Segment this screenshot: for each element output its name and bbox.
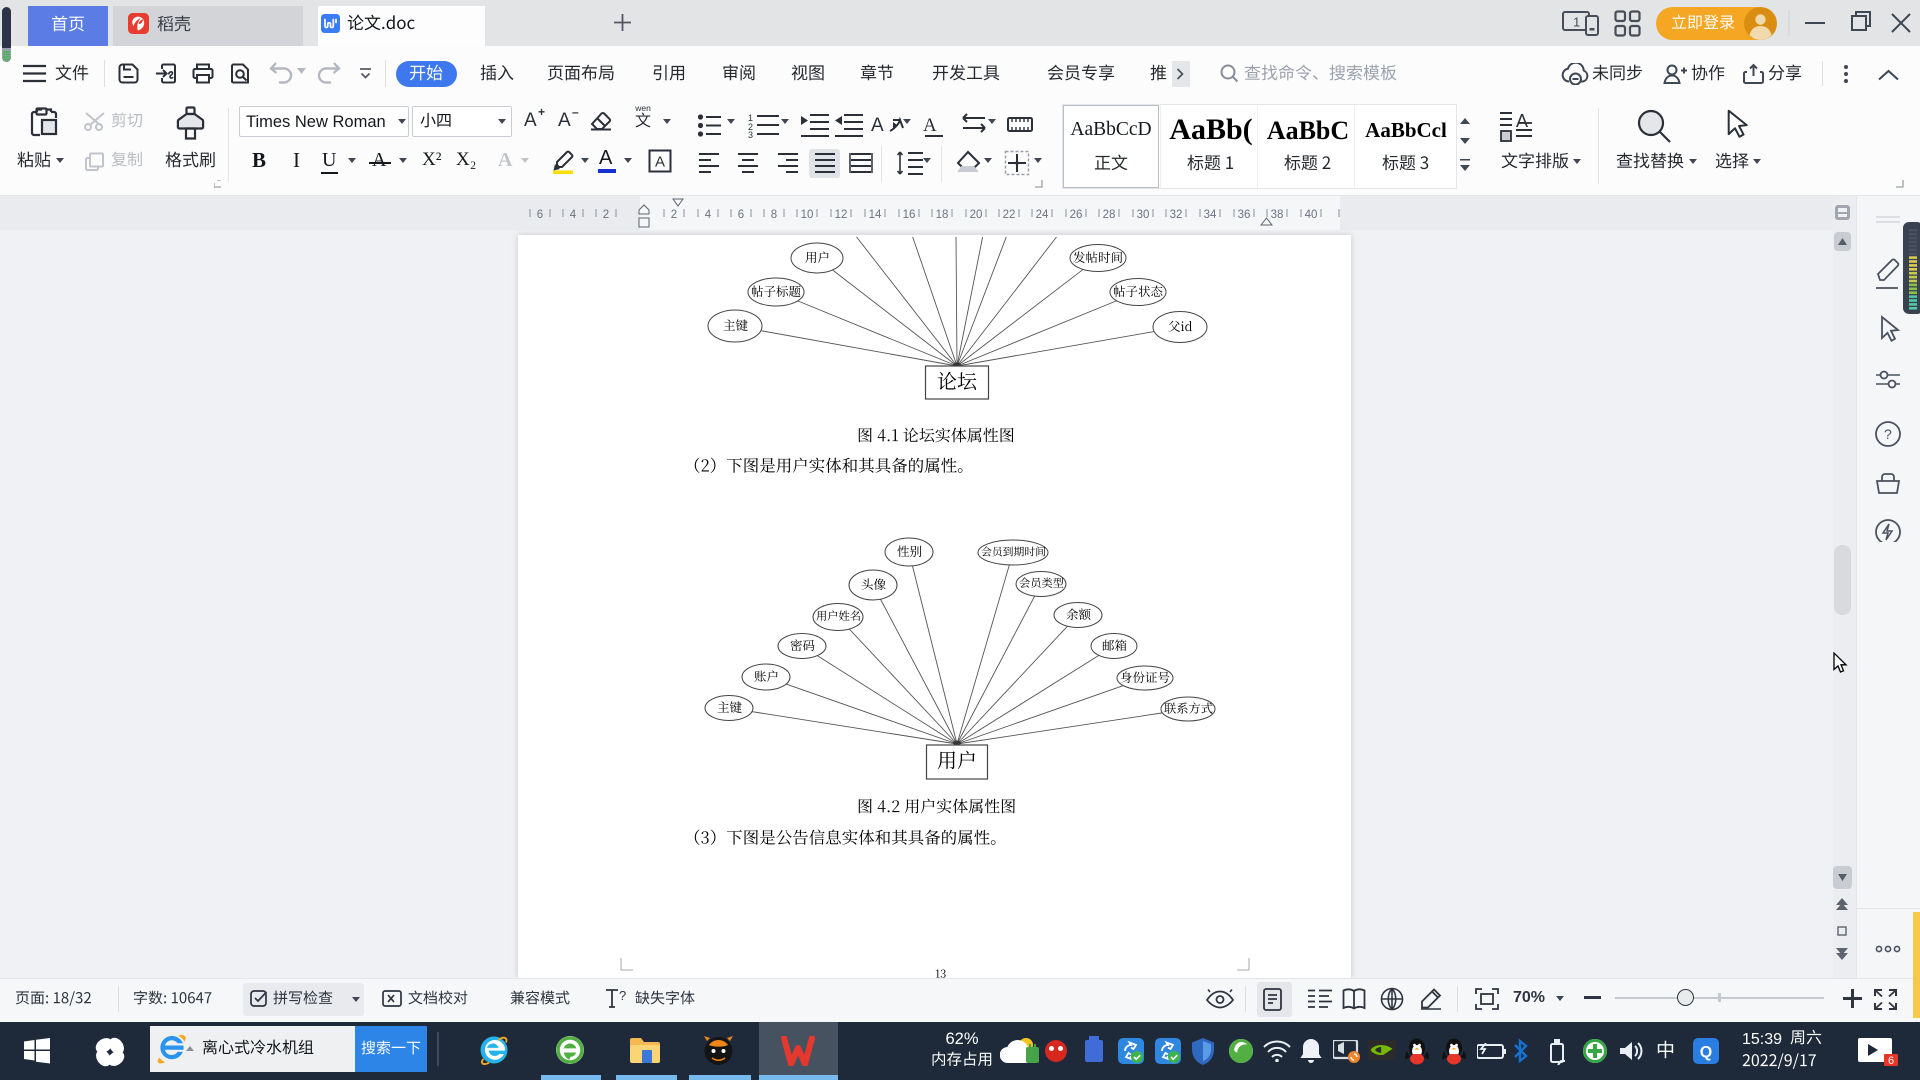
svg-text:?: ? <box>1884 426 1892 442</box>
svg-text:6: 6 <box>537 209 543 221</box>
svg-text:34: 34 <box>1204 209 1217 221</box>
svg-text:?: ? <box>619 988 626 1003</box>
svg-text:36: 36 <box>1238 209 1251 221</box>
svg-text:12: 12 <box>835 209 848 221</box>
svg-text:4: 4 <box>570 209 577 221</box>
svg-text:14: 14 <box>869 209 882 221</box>
svg-text:6: 6 <box>738 209 744 221</box>
svg-text:20: 20 <box>970 209 983 221</box>
svg-text:6: 6 <box>1888 1055 1894 1066</box>
svg-text:10: 10 <box>801 209 814 221</box>
svg-text:26: 26 <box>1070 209 1083 221</box>
svg-text:18: 18 <box>936 209 949 221</box>
svg-text:38: 38 <box>1271 209 1284 221</box>
svg-text:16: 16 <box>903 209 916 221</box>
svg-text:A: A <box>1516 111 1528 131</box>
svg-text:2: 2 <box>671 209 677 221</box>
svg-text:8: 8 <box>771 209 777 221</box>
svg-text:40: 40 <box>1305 209 1318 221</box>
svg-text:32: 32 <box>1170 209 1183 221</box>
svg-text:22: 22 <box>1003 209 1016 221</box>
svg-text:24: 24 <box>1036 209 1049 221</box>
svg-text:28: 28 <box>1103 209 1116 221</box>
svg-text:4: 4 <box>705 209 712 221</box>
svg-text:1: 1 <box>1573 15 1580 30</box>
svg-text:30: 30 <box>1137 209 1150 221</box>
svg-text:2: 2 <box>603 209 609 221</box>
